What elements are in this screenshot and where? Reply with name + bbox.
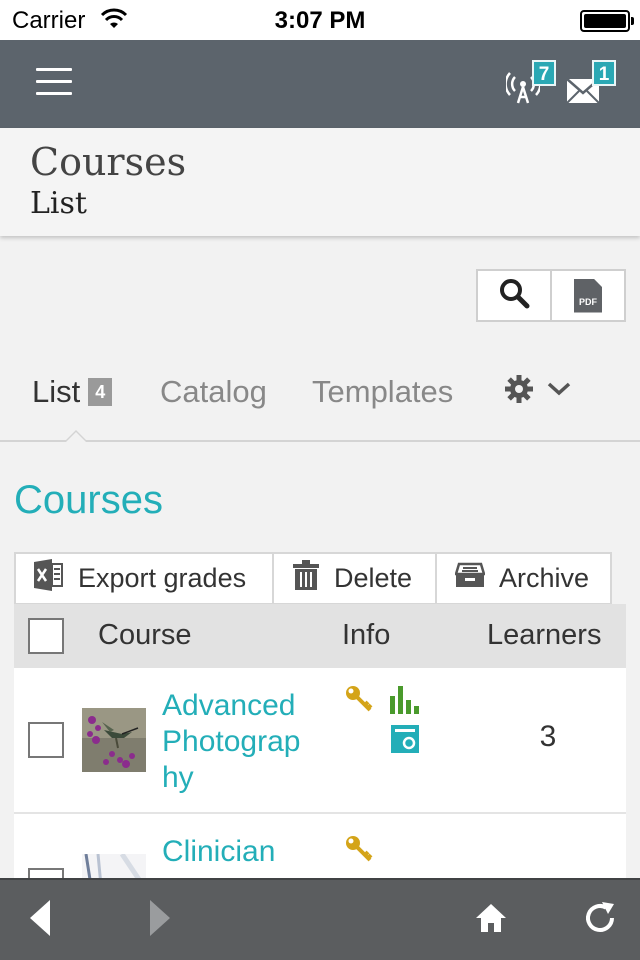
page-subtitle: List xyxy=(30,186,87,221)
course-link[interactable]: Clinician xyxy=(162,834,322,870)
back-button[interactable] xyxy=(28,898,52,943)
archive-label: Archive xyxy=(499,563,590,593)
tab-count-badge: 4 xyxy=(88,378,113,406)
refresh-button[interactable] xyxy=(582,900,618,941)
bottom-toolbar xyxy=(0,878,640,960)
page-heading: Courses List xyxy=(0,128,640,236)
tab-templates[interactable]: Templates xyxy=(312,374,453,410)
clock: 3:07 PM xyxy=(274,7,366,34)
section-title: Courses xyxy=(14,478,163,522)
key-icon[interactable] xyxy=(344,834,374,869)
tab-list[interactable]: List 4 xyxy=(32,374,113,410)
bar-chart-icon[interactable] xyxy=(390,686,422,719)
search-button[interactable] xyxy=(478,271,550,320)
course-link[interactable]: Advanced Photograp hy xyxy=(162,688,322,796)
toolbar: PDF xyxy=(476,269,626,322)
hamburger-menu-button[interactable] xyxy=(36,68,72,98)
search-icon xyxy=(498,277,530,314)
notifications-button[interactable]: 7 xyxy=(504,60,556,110)
archive-icon xyxy=(454,562,486,595)
tab-label: List xyxy=(32,374,81,409)
bulk-actions: Export grades Delete Archive xyxy=(14,552,612,605)
pdf-export-button[interactable]: PDF xyxy=(550,271,624,320)
tab-catalog[interactable]: Catalog xyxy=(160,374,267,410)
delete-button[interactable]: Delete xyxy=(272,554,435,603)
chevron-down-icon xyxy=(546,381,572,402)
column-header-course[interactable]: Course xyxy=(98,619,192,652)
key-icon[interactable] xyxy=(344,684,374,719)
row-checkbox[interactable] xyxy=(28,722,64,758)
active-tab-indicator xyxy=(64,430,88,442)
column-header-info: Info xyxy=(342,619,391,651)
certificate-icon[interactable] xyxy=(390,724,420,759)
gear-icon xyxy=(504,374,534,409)
course-thumbnail xyxy=(82,708,146,772)
trash-icon xyxy=(292,560,320,597)
status-bar: Carrier 3:07 PM xyxy=(0,0,640,40)
archive-button[interactable]: Archive xyxy=(435,554,610,603)
table-header: Course Info Learners xyxy=(14,604,626,668)
select-all-checkbox[interactable] xyxy=(28,618,64,654)
settings-dropdown[interactable] xyxy=(504,374,572,409)
app-header: 7 1 xyxy=(0,40,640,128)
battery-icon xyxy=(580,10,634,32)
export-grades-label: Export grades xyxy=(78,563,247,593)
forward-button[interactable] xyxy=(148,898,172,943)
export-grades-button[interactable]: Export grades xyxy=(16,554,272,603)
messages-button[interactable]: 1 xyxy=(566,60,616,110)
column-header-learners[interactable]: Learners xyxy=(487,619,601,652)
learners-count: 3 xyxy=(539,720,557,753)
tab-bar: List 4 Catalog Templates xyxy=(0,362,640,442)
page-title: Courses xyxy=(30,140,187,184)
pdf-icon: PDF xyxy=(574,278,602,313)
home-button[interactable] xyxy=(474,902,508,939)
excel-icon xyxy=(34,559,64,598)
notifications-badge: 7 xyxy=(532,60,556,86)
delete-label: Delete xyxy=(334,563,413,593)
table-row: Advanced Photograp hy 3 xyxy=(14,668,626,814)
messages-badge: 1 xyxy=(592,60,616,86)
